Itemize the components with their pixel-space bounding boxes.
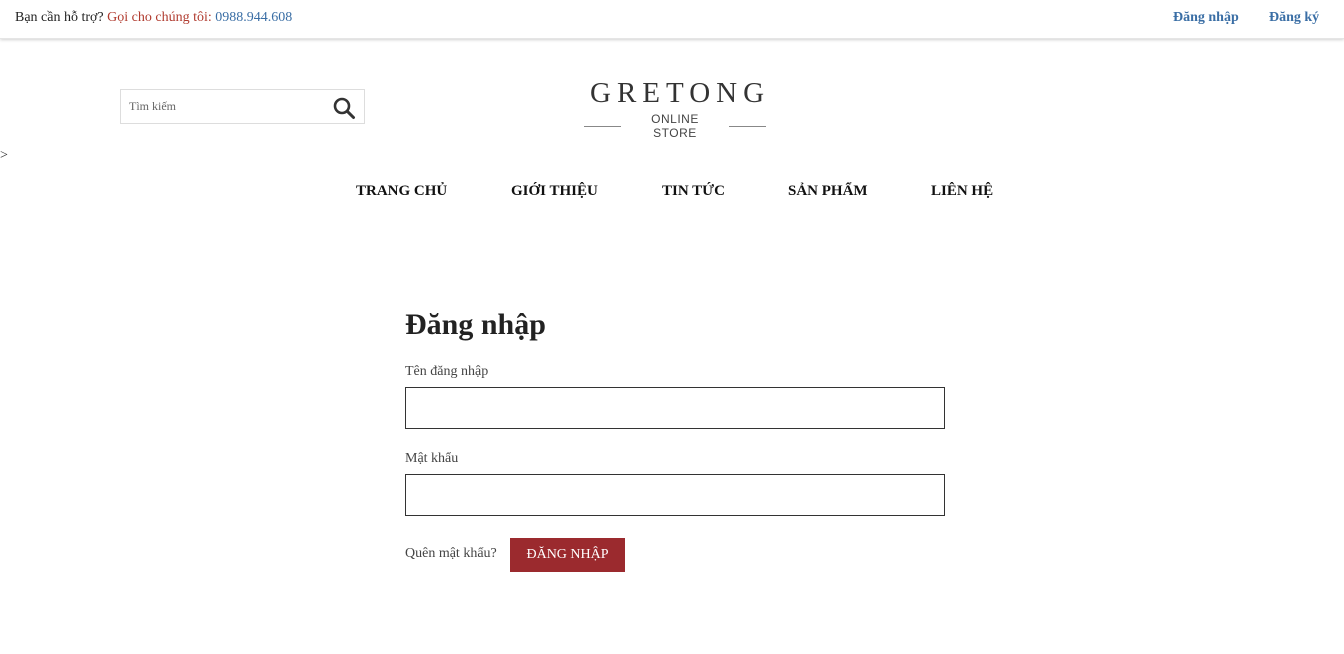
nav-item-news[interactable]: TIN TỨC [662,183,725,200]
phone-number[interactable]: 0988.944.608 [215,10,292,25]
nav-item-home[interactable]: TRANG CHỦ [356,183,447,200]
username-label: Tên đăng nhập [405,364,489,379]
nav-item-contact[interactable]: LIÊN HỆ [931,183,993,200]
forgot-password-link[interactable]: Quên mật khẩu? [405,546,497,562]
support-info: Bạn cần hỗ trợ? Gọi cho chúng tôi: 0988.… [15,10,292,26]
password-label: Mật khẩu [405,451,459,466]
logo-divider-right [728,125,766,127]
login-form: Đăng nhập Tên đăng nhập Mật khẩu Quên mậ… [405,305,945,572]
logo-divider-left [584,125,622,127]
call-text: Gọi cho chúng tôi: [107,10,216,25]
search-icon[interactable] [332,96,356,120]
nav-item-about[interactable]: GIỚI THIỆU [511,183,598,200]
username-field[interactable] [405,387,945,429]
site-logo[interactable]: GRETONG ONLINE STORE [584,76,766,140]
logo-brand: GRETONG [590,77,771,109]
password-field[interactable] [405,474,945,516]
page-title: Đăng nhập [405,308,546,341]
support-text: Bạn cần hỗ trợ? [15,10,108,25]
register-link[interactable]: Đăng ký [1269,10,1319,26]
search-input[interactable] [121,90,321,123]
login-link[interactable]: Đăng nhập [1173,10,1239,26]
login-button[interactable]: ĐĂNG NHẬP [510,538,625,572]
nav-item-products[interactable]: SẢN PHẨM [788,183,868,200]
logo-subtitle-row: ONLINE STORE [584,112,766,140]
top-bar: Bạn cần hỗ trợ? Gọi cho chúng tôi: 0988.… [0,0,1344,39]
logo-subtitle: ONLINE STORE [651,112,699,140]
search-box [120,89,365,124]
stray-text: > [0,148,8,163]
